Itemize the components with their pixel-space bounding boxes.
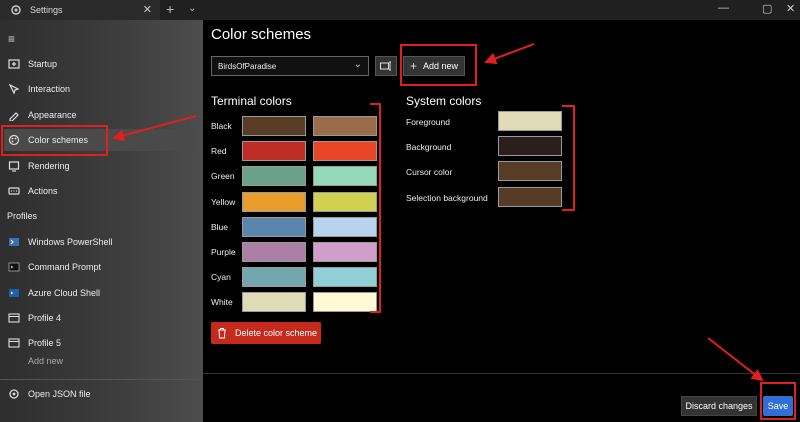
system-color-label: Background — [406, 142, 452, 153]
maximize-icon[interactable]: ▢ — [762, 2, 772, 15]
terminal-color-label: Purple — [211, 247, 236, 257]
terminal-color-label: Yellow — [211, 196, 236, 207]
close-icon[interactable]: ✕ — [786, 2, 795, 15]
actions-icon — [8, 187, 20, 195]
terminal-color-label: Red — [211, 146, 227, 157]
sidebar-item-label: Windows PowerShell — [28, 237, 113, 247]
terminal-icon — [8, 338, 20, 348]
sidebar-item-command-prompt[interactable]: Command Prompt — [4, 256, 194, 278]
system-color-label: Foreground — [406, 117, 450, 127]
sidebar-item-appearance[interactable]: Appearance — [4, 104, 194, 126]
color-swatch-bright-red[interactable] — [313, 141, 377, 162]
sidebar-item-label: Add new — [28, 356, 64, 366]
color-swatch-cyan[interactable] — [242, 267, 306, 288]
color-swatch-white[interactable] — [242, 292, 306, 313]
settings-tab[interactable]: Settings ✕ — [0, 0, 160, 20]
sidebar-item-label: Command Prompt — [28, 262, 102, 272]
rename-icon — [380, 61, 391, 71]
sidebar-item-interaction[interactable]: Interaction — [4, 78, 194, 100]
sidebar-item-startup[interactable]: Startup — [4, 53, 194, 75]
color-swatch-black[interactable] — [242, 116, 306, 136]
terminal-color-label: Green — [211, 171, 235, 182]
sidebar-item-add-new[interactable]: Add new — [4, 356, 194, 366]
sidebar-item-actions[interactable]: Actions — [4, 180, 194, 202]
profiles-header: Profiles — [7, 211, 38, 221]
system-color-label: Selection background — [406, 192, 488, 203]
sidebar-item-label: Open JSON file — [28, 389, 91, 399]
tab-dropdown-icon[interactable]: ⌄ — [188, 3, 196, 14]
terminal-colors-title: Terminal colors — [211, 94, 292, 108]
system-color-label: Cursor color — [406, 167, 453, 178]
color-scheme-dropdown[interactable]: BirdsOfParadise ⌄ — [211, 56, 369, 76]
tab-label: Settings — [30, 5, 63, 15]
sidebar-item-rendering[interactable]: Rendering — [4, 155, 194, 177]
color-swatch-bright-green[interactable] — [313, 166, 377, 187]
system-color-swatch-background[interactable] — [498, 136, 562, 157]
terminal-color-label: Blue — [211, 221, 229, 232]
delete-color-scheme-button[interactable]: Delete color scheme — [211, 322, 321, 344]
annotation-box-add-new — [400, 44, 477, 86]
sidebar-item-label: Profile 5 — [28, 338, 62, 348]
sidebar-item-label: Interaction — [28, 84, 71, 94]
sidebar: ≡ Startup Interaction Appearance Color s… — [0, 20, 203, 422]
color-swatch-bright-purple[interactable] — [313, 242, 377, 262]
color-swatch-red[interactable] — [242, 141, 306, 162]
powershell-icon — [9, 238, 19, 246]
color-swatch-purple[interactable] — [242, 242, 306, 262]
gear-icon — [11, 5, 21, 15]
open-json-file-button[interactable]: Open JSON file — [4, 383, 194, 405]
color-swatch-bright-cyan[interactable] — [313, 267, 377, 288]
terminal-color-label: Cyan — [211, 272, 231, 283]
scheme-selected-value: BirdsOfParadise — [218, 61, 277, 71]
footer-divider — [203, 373, 800, 374]
sidebar-item-profile-4[interactable]: Profile 4 — [4, 307, 194, 329]
hamburger-menu-icon[interactable]: ≡ — [8, 32, 15, 46]
trash-icon — [218, 328, 226, 339]
sidebar-item-azure-cloud-shell[interactable]: Azure Cloud Shell — [4, 282, 194, 304]
terminal-color-label: Black — [211, 121, 232, 131]
system-color-swatch-foreground[interactable] — [498, 111, 562, 131]
tab-close-icon[interactable]: ✕ — [143, 3, 152, 16]
sidebar-item-label: Startup — [28, 59, 58, 69]
discard-changes-button[interactable]: Discard changes — [681, 396, 757, 416]
color-swatch-bright-white[interactable] — [313, 292, 377, 313]
sidebar-divider — [0, 379, 203, 380]
gear-icon — [9, 389, 19, 399]
system-colors-title: System colors — [406, 94, 482, 108]
chevron-down-icon: ⌄ — [353, 59, 362, 70]
rendering-icon — [8, 161, 20, 172]
sidebar-item-windows-powershell[interactable]: Windows PowerShell — [4, 231, 194, 253]
sidebar-item-label: Actions — [28, 186, 58, 196]
sidebar-item-label: Appearance — [28, 110, 77, 120]
title-bar: Settings ✕ + ⌄ — ▢ ✕ — [0, 0, 800, 20]
interaction-icon — [8, 83, 20, 95]
annotation-box-color-schemes — [1, 125, 108, 156]
appearance-icon — [9, 112, 19, 121]
new-tab-icon[interactable]: + — [166, 1, 174, 17]
page-title: Color schemes — [211, 26, 312, 43]
rename-scheme-button[interactable] — [375, 56, 397, 76]
terminal-color-label: White — [211, 297, 233, 308]
minimize-icon[interactable]: — — [718, 2, 729, 14]
delete-label: Delete color scheme — [235, 328, 318, 338]
azure-icon — [9, 289, 19, 297]
sidebar-item-label: Rendering — [28, 161, 70, 171]
color-swatch-bright-black[interactable] — [313, 116, 377, 136]
sidebar-item-label: Azure Cloud Shell — [28, 288, 101, 298]
color-swatch-green[interactable] — [242, 166, 306, 187]
color-swatch-yellow[interactable] — [242, 191, 306, 212]
color-swatch-bright-yellow[interactable] — [313, 191, 377, 212]
startup-icon — [8, 59, 20, 69]
main-content: Color schemes BirdsOfParadise ⌄ + Add ne… — [203, 20, 800, 422]
sidebar-item-label: Profile 4 — [28, 313, 62, 323]
system-color-swatch-cursor-color[interactable] — [498, 161, 562, 182]
annotation-box-save — [760, 382, 796, 420]
cmd-icon — [8, 262, 20, 272]
terminal-icon — [8, 313, 20, 323]
color-swatch-blue[interactable] — [242, 216, 306, 237]
color-swatch-bright-blue[interactable] — [313, 216, 377, 237]
system-color-swatch-selection-background[interactable] — [498, 186, 562, 207]
sidebar-item-profile-5[interactable]: Profile 5 — [4, 332, 194, 354]
